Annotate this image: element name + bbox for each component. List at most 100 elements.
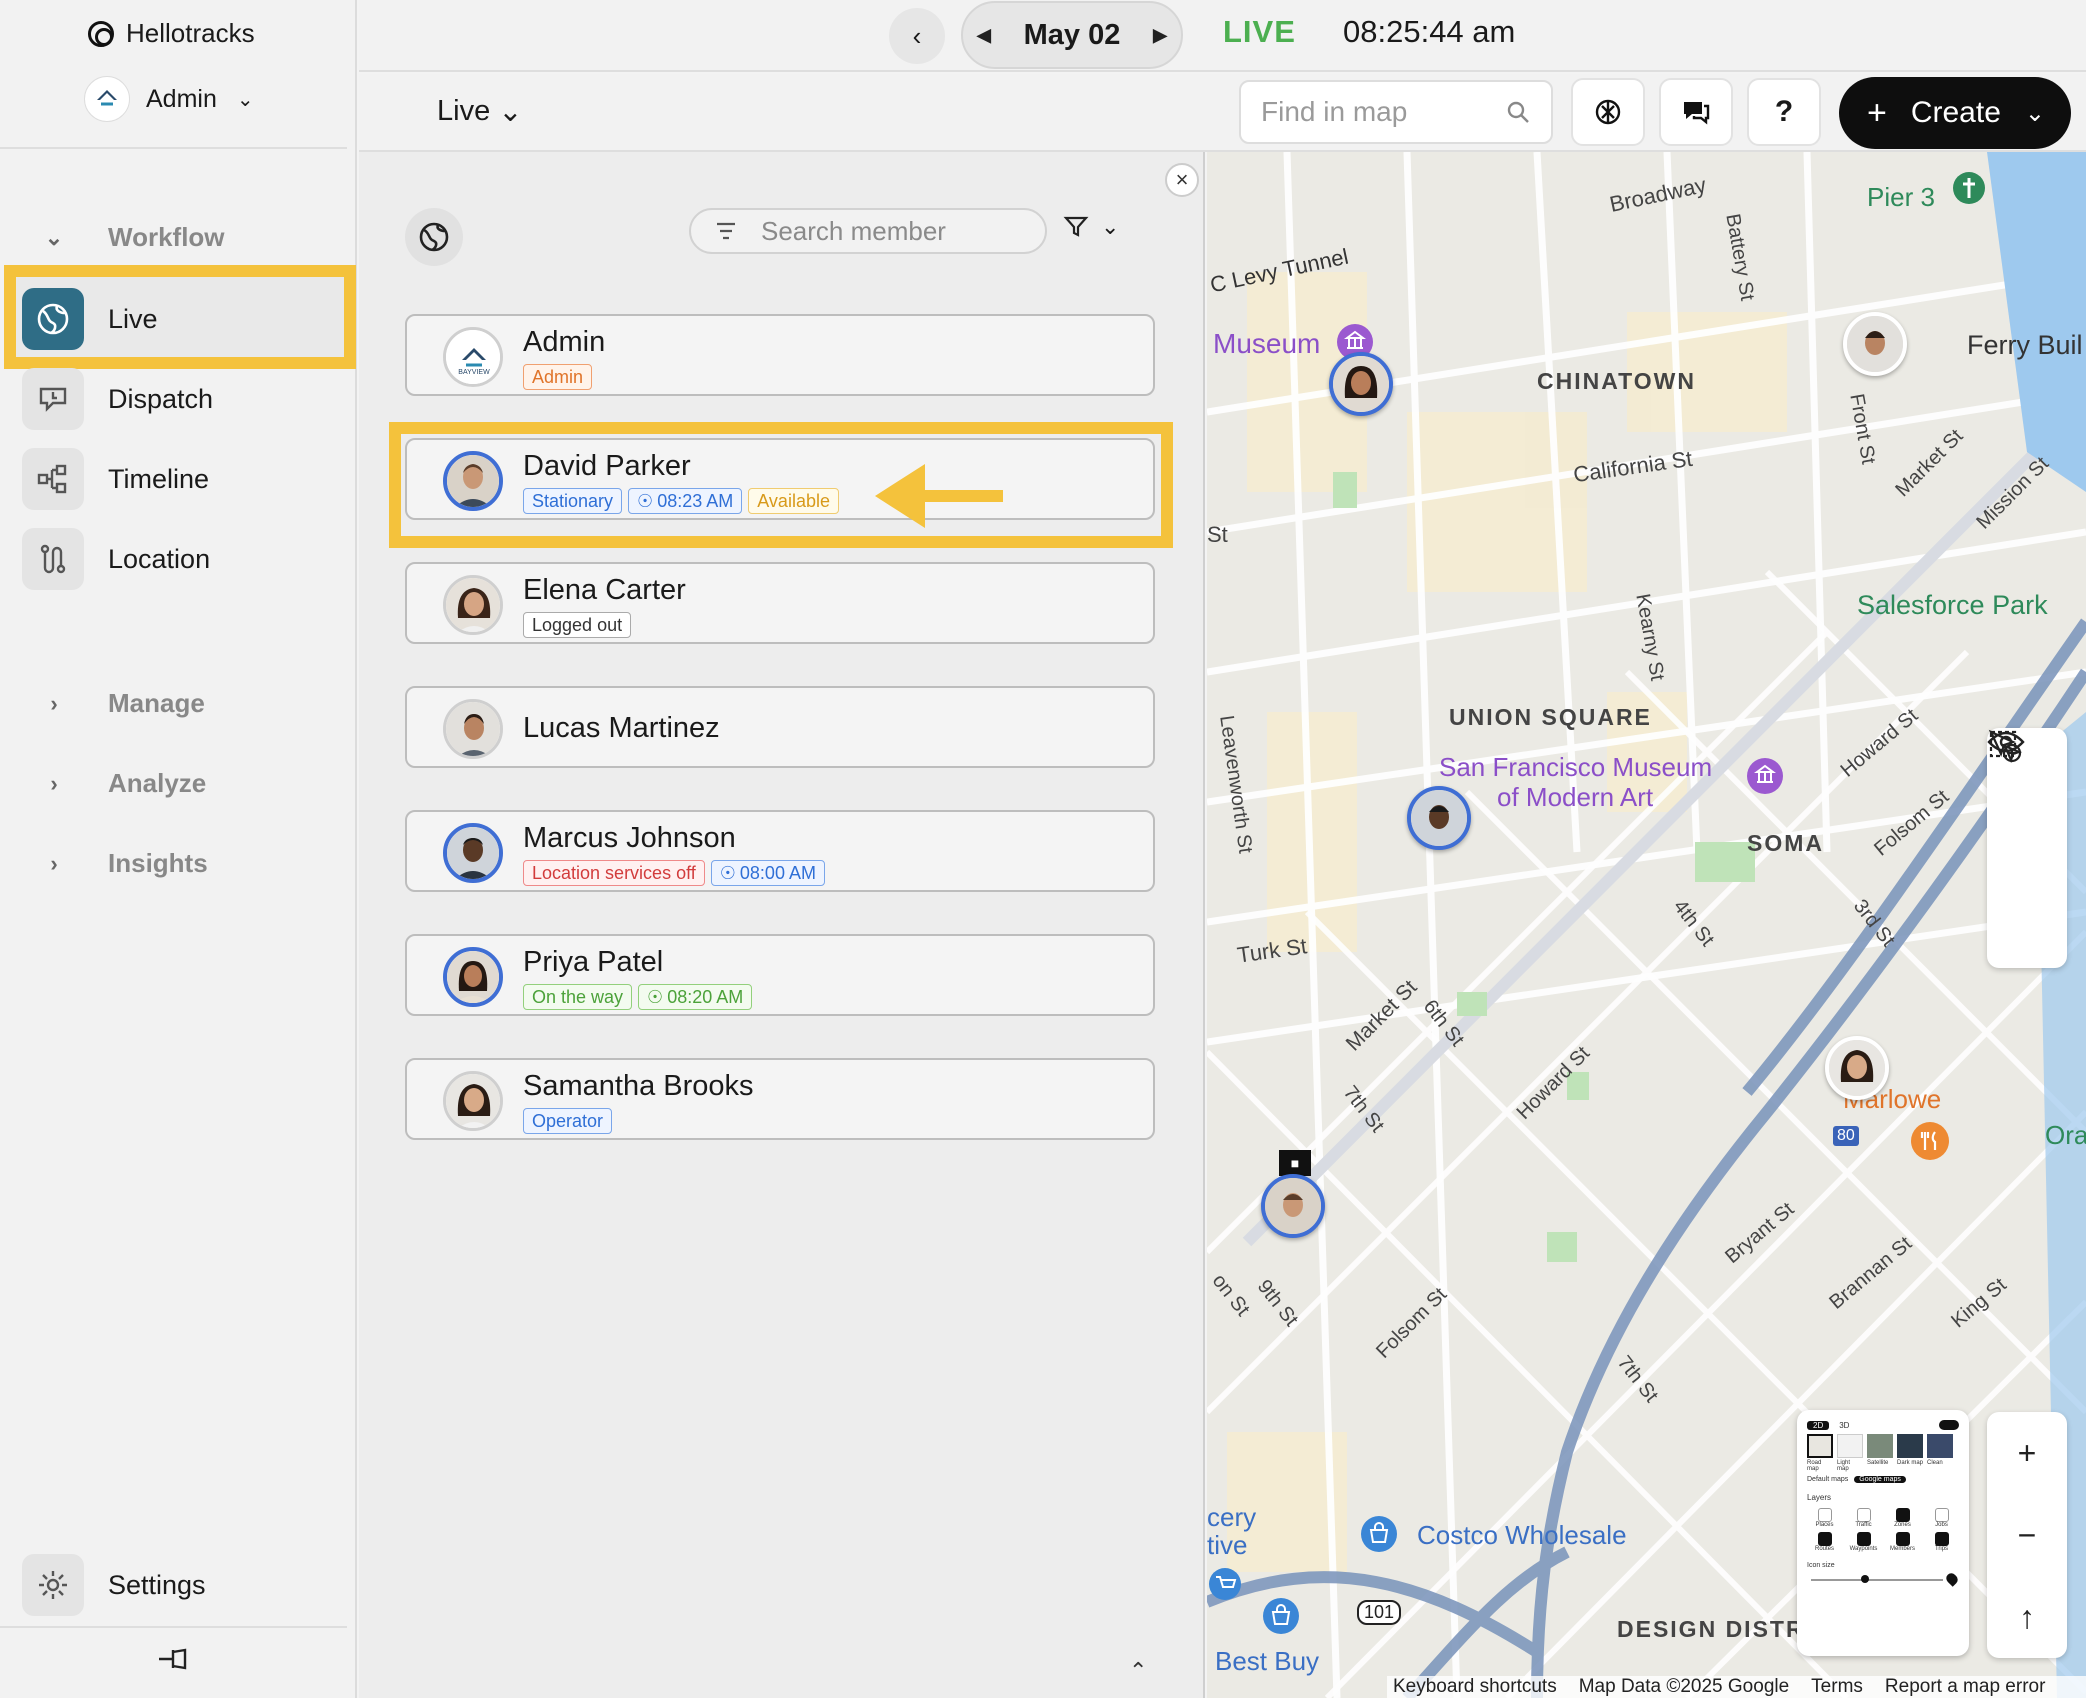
section-insights[interactable]: › Insights — [40, 848, 207, 879]
member-name: Priya Patel — [523, 946, 664, 978]
icon-size-slider[interactable] — [1807, 1571, 1960, 1587]
zoom-out-button[interactable]: − — [1987, 1494, 2067, 1576]
layer-label: Members — [1889, 1546, 1915, 1552]
close-panel-button[interactable]: × — [1165, 163, 1199, 197]
chevron-up-icon[interactable]: ⌃ — [1129, 1658, 1147, 1684]
place-label: Costco Wholesale — [1417, 1520, 1627, 1550]
map-layers-card[interactable]: 2D 3D Road map Light map Satellite Dark … — [1797, 1410, 1969, 1656]
cart-marker-icon — [1209, 1568, 1241, 1600]
member-card-admin[interactable]: BAYVIEW Admin Admin — [405, 314, 1155, 396]
map-tools — [1987, 728, 2067, 968]
style-satellite[interactable] — [1867, 1434, 1893, 1458]
layer-waypoints[interactable]: Waypoints — [1846, 1532, 1881, 1552]
sidebar-item-location[interactable]: Location — [22, 524, 342, 594]
account-switcher[interactable]: Admin ⌄ — [84, 76, 254, 122]
report-error-link[interactable]: Report a map error — [1885, 1676, 2046, 1698]
plus-icon: + — [1867, 93, 1887, 132]
stationary-marker-icon: ■ — [1279, 1150, 1311, 1176]
next-day-icon[interactable]: ▶ — [1153, 25, 1167, 46]
view-dropdown[interactable]: Live ⌄ — [437, 94, 523, 129]
place-label: Museum — [1213, 328, 1321, 359]
chevron-down-icon: ⌄ — [44, 224, 64, 250]
view-label: Live — [437, 95, 491, 127]
map-member-pin[interactable] — [1825, 1036, 1889, 1100]
back-button[interactable]: ‹ — [889, 8, 945, 64]
chevron-down-icon: ⌄ — [236, 88, 254, 111]
terms-link[interactable]: Terms — [1811, 1676, 1863, 1698]
zoom-controls: + − ↑ — [1987, 1412, 2067, 1658]
tab-3d[interactable]: 3D — [1833, 1421, 1855, 1430]
add-waypoint-button[interactable] — [1987, 729, 2067, 888]
member-card-priya-patel[interactable]: Priya Patel On the way ☉ 08:20 AM — [405, 934, 1155, 1016]
style-light[interactable] — [1837, 1434, 1863, 1458]
map-member-pin[interactable] — [1329, 352, 1393, 416]
map-member-pin[interactable] — [1261, 1174, 1325, 1238]
tab-2d[interactable]: 2D — [1807, 1420, 1830, 1430]
filter-dropdown[interactable]: ⌄ — [1063, 214, 1119, 240]
status-badge: Stationary — [523, 488, 623, 514]
sidebar-item-live[interactable]: Live — [22, 284, 342, 354]
map-data-credit: Map Data ©2025 Google — [1578, 1676, 1790, 1697]
sidebar-item-settings[interactable]: Settings — [22, 1554, 206, 1616]
layer-trips[interactable]: Trips — [1924, 1532, 1959, 1552]
recenter-button[interactable]: ↑ — [1987, 1576, 2067, 1658]
member-name: Lucas Martinez — [523, 712, 720, 744]
layer-places[interactable]: Places — [1807, 1508, 1842, 1528]
member-card-lucas-martinez[interactable]: Lucas Martinez — [405, 686, 1155, 768]
sidebar-item-dispatch[interactable]: Dispatch — [22, 364, 342, 434]
search-member-input[interactable]: Search member — [689, 208, 1047, 254]
member-card-elena-carter[interactable]: Elena Carter Logged out — [405, 562, 1155, 644]
brand[interactable]: Hellotracks — [88, 18, 255, 49]
map-member-pin[interactable] — [1843, 312, 1907, 376]
map-member-pin[interactable] — [1407, 786, 1471, 850]
globe-toggle-button[interactable] — [405, 208, 463, 266]
layer-routes[interactable]: Routes — [1807, 1532, 1842, 1552]
visibility-button[interactable] — [1987, 731, 2067, 968]
sidebar-item-label: Location — [108, 543, 211, 574]
shopping-marker-icon — [1361, 1516, 1397, 1552]
find-in-map-input[interactable]: Find in map — [1239, 80, 1553, 144]
chevron-right-icon: › — [50, 850, 58, 876]
layer-label: Waypoints — [1849, 1546, 1878, 1552]
chat-button[interactable] — [1659, 78, 1733, 146]
layer-label: Routes — [1814, 1546, 1834, 1552]
default-maps-option[interactable]: Default maps — [1807, 1476, 1848, 1483]
member-name: Elena Carter — [523, 574, 686, 606]
section-analyze[interactable]: › Analyze — [40, 768, 206, 799]
layer-traffic[interactable]: Traffic — [1846, 1508, 1881, 1528]
sidebar-divider — [0, 1626, 347, 1628]
layer-zones[interactable]: Zones — [1885, 1508, 1920, 1528]
pin-sidebar-icon[interactable] — [155, 1644, 195, 1682]
style-label: Satellite — [1867, 1460, 1889, 1466]
style-road[interactable] — [1807, 1434, 1833, 1458]
ai-assistant-button[interactable] — [1571, 78, 1645, 146]
section-workflow[interactable]: ⌄ Workflow — [40, 222, 225, 253]
layer-jobs[interactable]: Jobs — [1924, 1508, 1959, 1528]
toggle-switch[interactable] — [1939, 1420, 1959, 1430]
style-clean[interactable] — [1927, 1434, 1953, 1458]
member-card-samantha-brooks[interactable]: Samantha Brooks Operator — [405, 1058, 1155, 1140]
layer-members[interactable]: Members — [1885, 1532, 1920, 1552]
member-tags: Location services off ☉ 08:00 AM — [523, 860, 825, 886]
member-tags: Stationary ☉ 08:23 AM Available — [523, 488, 839, 514]
district-label: DESIGN DISTR — [1617, 1616, 1805, 1642]
google-maps-option[interactable]: Google maps — [1854, 1476, 1906, 1483]
place-label: cery — [1207, 1502, 1257, 1532]
member-name: Admin — [523, 326, 606, 358]
place-label: tive — [1207, 1530, 1248, 1560]
member-card-david-parker[interactable]: David Parker Stationary ☉ 08:23 AM Availa… — [405, 438, 1155, 520]
member-card-marcus-johnson[interactable]: Marcus Johnson Location services off ☉ 08… — [405, 810, 1155, 892]
svg-text:BAYVIEW: BAYVIEW — [458, 369, 490, 376]
help-button[interactable]: ? — [1747, 78, 1821, 146]
globe-icon — [419, 222, 449, 252]
map[interactable]: Broadway Pier 3 C Levy Tunnel Battery St… — [1207, 152, 2086, 1698]
keyboard-shortcuts-link[interactable]: Keyboard shortcuts — [1393, 1676, 1557, 1698]
date-picker[interactable]: ◀ May 02 ▶ — [961, 1, 1183, 69]
prev-day-icon[interactable]: ◀ — [977, 25, 991, 46]
create-button[interactable]: + Create ⌄ — [1839, 77, 2071, 149]
section-manage[interactable]: › Manage — [40, 688, 204, 719]
sidebar-item-timeline[interactable]: Timeline — [22, 444, 342, 514]
style-dark[interactable] — [1897, 1434, 1923, 1458]
place-label: of Modern Art — [1497, 782, 1654, 812]
zoom-in-button[interactable]: + — [1987, 1412, 2067, 1494]
